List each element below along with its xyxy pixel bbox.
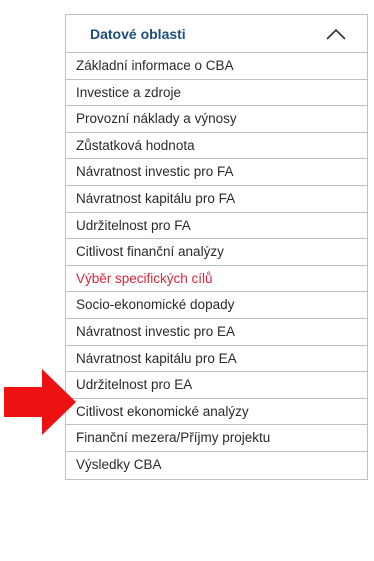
panel-header-toggle[interactable]: Datové oblasti [66,15,367,53]
data-areas-list: Základní informace o CBA Investice a zdro… [66,53,367,479]
list-item[interactable]: Výběr specifických cílů [66,266,367,293]
screenshot-stage: Datové oblasti Základní informace o CBA I… [0,0,374,561]
data-areas-panel: Datové oblasti Základní informace o CBA I… [65,14,368,480]
list-item[interactable]: Citlivost ekonomické analýzy [66,399,367,426]
list-item[interactable]: Základní informace o CBA [66,53,367,80]
list-item[interactable]: Udržitelnost pro FA [66,213,367,240]
list-item[interactable]: Návratnost kapitálu pro FA [66,186,367,213]
list-item[interactable]: Návratnost investic pro EA [66,319,367,346]
list-item[interactable]: Provozní náklady a výnosy [66,106,367,133]
list-item[interactable]: Investice a zdroje [66,80,367,107]
red-arrow-icon [4,369,76,435]
list-item[interactable]: Finanční mezera/Příjmy projektu [66,425,367,452]
list-item[interactable]: Návratnost investic pro FA [66,159,367,186]
list-item[interactable]: Výsledky CBA [66,452,367,479]
list-item[interactable]: Socio-ekonomické dopady [66,292,367,319]
list-item[interactable]: Citlivost finanční analýzy [66,239,367,266]
panel-title: Datové oblasti [90,25,186,42]
list-item[interactable]: Zůstatková hodnota [66,133,367,160]
list-item[interactable]: Návratnost kapitálu pro EA [66,346,367,373]
chevron-up-icon[interactable] [325,27,347,41]
list-item[interactable]: Udržitelnost pro EA [66,372,367,399]
